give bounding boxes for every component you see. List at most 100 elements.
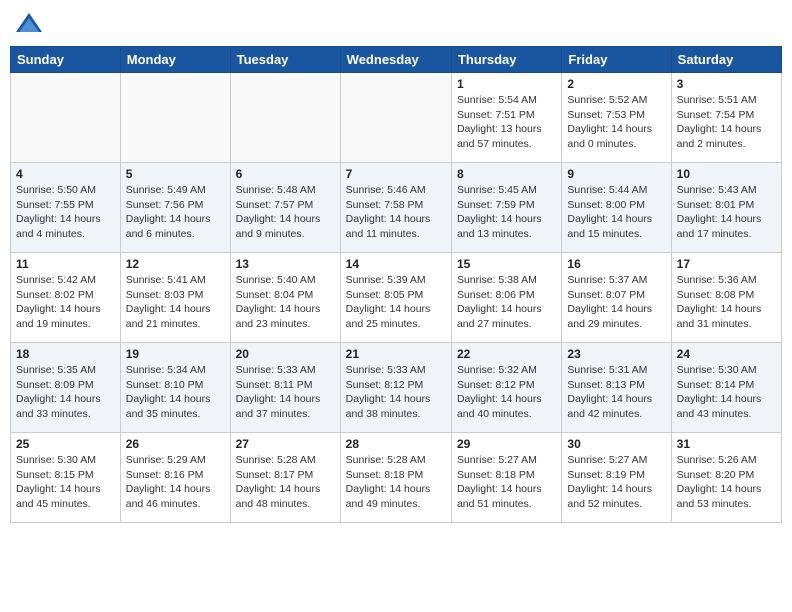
day-content: Sunrise: 5:26 AM Sunset: 8:20 PM Dayligh…	[677, 453, 776, 512]
header-cell-tuesday: Tuesday	[230, 47, 340, 73]
day-number: 27	[236, 437, 335, 451]
logo	[14, 10, 48, 40]
day-number: 14	[346, 257, 446, 271]
day-number: 30	[567, 437, 665, 451]
day-content: Sunrise: 5:35 AM Sunset: 8:09 PM Dayligh…	[16, 363, 115, 422]
calendar-cell: 4 Sunrise: 5:50 AM Sunset: 7:55 PM Daylig…	[11, 163, 121, 253]
day-number: 15	[457, 257, 556, 271]
week-row-4: 18 Sunrise: 5:35 AM Sunset: 8:09 PM Dayli…	[11, 343, 782, 433]
day-number: 31	[677, 437, 776, 451]
header-cell-saturday: Saturday	[671, 47, 781, 73]
week-row-3: 11 Sunrise: 5:42 AM Sunset: 8:02 PM Dayli…	[11, 253, 782, 343]
day-number: 8	[457, 167, 556, 181]
calendar-cell: 29Sunrise: 5:27 AM Sunset: 8:18 PM Dayli…	[451, 433, 561, 523]
header-row: SundayMondayTuesdayWednesdayThursdayFrid…	[11, 47, 782, 73]
calendar-cell: 7 Sunrise: 5:46 AM Sunset: 7:58 PM Daylig…	[340, 163, 451, 253]
calendar-cell: 16Sunrise: 5:37 AM Sunset: 8:07 PM Dayli…	[562, 253, 671, 343]
day-content: Sunrise: 5:27 AM Sunset: 8:19 PM Dayligh…	[567, 453, 665, 512]
day-content: Sunrise: 5:30 AM Sunset: 8:15 PM Dayligh…	[16, 453, 115, 512]
logo-icon	[14, 10, 44, 40]
day-number: 5	[126, 167, 225, 181]
calendar-cell: 3Sunrise: 5:51 AM Sunset: 7:54 PM Daylig…	[671, 73, 781, 163]
day-number: 17	[677, 257, 776, 271]
calendar-cell: 19Sunrise: 5:34 AM Sunset: 8:10 PM Dayli…	[120, 343, 230, 433]
day-number: 3	[677, 77, 776, 91]
day-number: 28	[346, 437, 446, 451]
day-number: 6	[236, 167, 335, 181]
day-content: Sunrise: 5:48 AM Sunset: 7:57 PM Dayligh…	[236, 183, 335, 242]
calendar-cell: 30 Sunrise: 5:27 AM Sunset: 8:19 PM Dayli…	[562, 433, 671, 523]
calendar-cell: 18 Sunrise: 5:35 AM Sunset: 8:09 PM Dayli…	[11, 343, 121, 433]
header-cell-wednesday: Wednesday	[340, 47, 451, 73]
calendar-cell: 23Sunrise: 5:31 AM Sunset: 8:13 PM Dayli…	[562, 343, 671, 433]
calendar-cell: 1 Sunrise: 5:54 AM Sunset: 7:51 PM Daylig…	[451, 73, 561, 163]
day-content: Sunrise: 5:52 AM Sunset: 7:53 PM Dayligh…	[567, 93, 665, 152]
day-content: Sunrise: 5:33 AM Sunset: 8:12 PM Dayligh…	[346, 363, 446, 422]
calendar-cell: 6 Sunrise: 5:48 AM Sunset: 7:57 PM Daylig…	[230, 163, 340, 253]
calendar-cell: 24 Sunrise: 5:30 AM Sunset: 8:14 PM Dayli…	[671, 343, 781, 433]
calendar-cell: 25 Sunrise: 5:30 AM Sunset: 8:15 PM Dayli…	[11, 433, 121, 523]
day-content: Sunrise: 5:38 AM Sunset: 8:06 PM Dayligh…	[457, 273, 556, 332]
day-content: Sunrise: 5:28 AM Sunset: 8:17 PM Dayligh…	[236, 453, 335, 512]
calendar-cell	[11, 73, 121, 163]
calendar-cell: 8Sunrise: 5:45 AM Sunset: 7:59 PM Daylig…	[451, 163, 561, 253]
day-content: Sunrise: 5:49 AM Sunset: 7:56 PM Dayligh…	[126, 183, 225, 242]
calendar-cell: 31 Sunrise: 5:26 AM Sunset: 8:20 PM Dayli…	[671, 433, 781, 523]
day-number: 29	[457, 437, 556, 451]
day-content: Sunrise: 5:43 AM Sunset: 8:01 PM Dayligh…	[677, 183, 776, 242]
day-content: Sunrise: 5:42 AM Sunset: 8:02 PM Dayligh…	[16, 273, 115, 332]
day-content: Sunrise: 5:40 AM Sunset: 8:04 PM Dayligh…	[236, 273, 335, 332]
day-number: 24	[677, 347, 776, 361]
calendar-cell: 15 Sunrise: 5:38 AM Sunset: 8:06 PM Dayli…	[451, 253, 561, 343]
day-number: 9	[567, 167, 665, 181]
day-content: Sunrise: 5:32 AM Sunset: 8:12 PM Dayligh…	[457, 363, 556, 422]
day-content: Sunrise: 5:41 AM Sunset: 8:03 PM Dayligh…	[126, 273, 225, 332]
header-cell-sunday: Sunday	[11, 47, 121, 73]
header-cell-monday: Monday	[120, 47, 230, 73]
calendar-cell: 11 Sunrise: 5:42 AM Sunset: 8:02 PM Dayli…	[11, 253, 121, 343]
day-number: 12	[126, 257, 225, 271]
calendar-cell: 10Sunrise: 5:43 AM Sunset: 8:01 PM Dayli…	[671, 163, 781, 253]
day-number: 4	[16, 167, 115, 181]
header-cell-thursday: Thursday	[451, 47, 561, 73]
day-number: 11	[16, 257, 115, 271]
calendar-body: 1 Sunrise: 5:54 AM Sunset: 7:51 PM Daylig…	[11, 73, 782, 523]
day-content: Sunrise: 5:33 AM Sunset: 8:11 PM Dayligh…	[236, 363, 335, 422]
calendar-cell: 2Sunrise: 5:52 AM Sunset: 7:53 PM Daylig…	[562, 73, 671, 163]
day-content: Sunrise: 5:34 AM Sunset: 8:10 PM Dayligh…	[126, 363, 225, 422]
week-row-1: 1 Sunrise: 5:54 AM Sunset: 7:51 PM Daylig…	[11, 73, 782, 163]
day-number: 13	[236, 257, 335, 271]
day-content: Sunrise: 5:29 AM Sunset: 8:16 PM Dayligh…	[126, 453, 225, 512]
day-number: 21	[346, 347, 446, 361]
calendar-table: SundayMondayTuesdayWednesdayThursdayFrid…	[10, 46, 782, 523]
day-number: 18	[16, 347, 115, 361]
day-number: 25	[16, 437, 115, 451]
day-number: 1	[457, 77, 556, 91]
calendar-cell: 21 Sunrise: 5:33 AM Sunset: 8:12 PM Dayli…	[340, 343, 451, 433]
day-number: 26	[126, 437, 225, 451]
week-row-5: 25 Sunrise: 5:30 AM Sunset: 8:15 PM Dayli…	[11, 433, 782, 523]
calendar-cell: 20 Sunrise: 5:33 AM Sunset: 8:11 PM Dayli…	[230, 343, 340, 433]
day-number: 23	[567, 347, 665, 361]
day-content: Sunrise: 5:50 AM Sunset: 7:55 PM Dayligh…	[16, 183, 115, 242]
day-content: Sunrise: 5:36 AM Sunset: 8:08 PM Dayligh…	[677, 273, 776, 332]
day-number: 7	[346, 167, 446, 181]
calendar-cell	[120, 73, 230, 163]
calendar-cell: 27 Sunrise: 5:28 AM Sunset: 8:17 PM Dayli…	[230, 433, 340, 523]
week-row-2: 4 Sunrise: 5:50 AM Sunset: 7:55 PM Daylig…	[11, 163, 782, 253]
day-content: Sunrise: 5:28 AM Sunset: 8:18 PM Dayligh…	[346, 453, 446, 512]
day-number: 20	[236, 347, 335, 361]
day-number: 22	[457, 347, 556, 361]
day-content: Sunrise: 5:54 AM Sunset: 7:51 PM Dayligh…	[457, 93, 556, 152]
calendar-cell: 5 Sunrise: 5:49 AM Sunset: 7:56 PM Daylig…	[120, 163, 230, 253]
calendar-cell: 9Sunrise: 5:44 AM Sunset: 8:00 PM Daylig…	[562, 163, 671, 253]
header-cell-friday: Friday	[562, 47, 671, 73]
calendar-cell: 14 Sunrise: 5:39 AM Sunset: 8:05 PM Dayli…	[340, 253, 451, 343]
calendar-cell	[230, 73, 340, 163]
day-content: Sunrise: 5:46 AM Sunset: 7:58 PM Dayligh…	[346, 183, 446, 242]
calendar-cell: 26 Sunrise: 5:29 AM Sunset: 8:16 PM Dayli…	[120, 433, 230, 523]
calendar-cell: 28 Sunrise: 5:28 AM Sunset: 8:18 PM Dayli…	[340, 433, 451, 523]
calendar-cell: 12 Sunrise: 5:41 AM Sunset: 8:03 PM Dayli…	[120, 253, 230, 343]
day-content: Sunrise: 5:30 AM Sunset: 8:14 PM Dayligh…	[677, 363, 776, 422]
day-content: Sunrise: 5:39 AM Sunset: 8:05 PM Dayligh…	[346, 273, 446, 332]
